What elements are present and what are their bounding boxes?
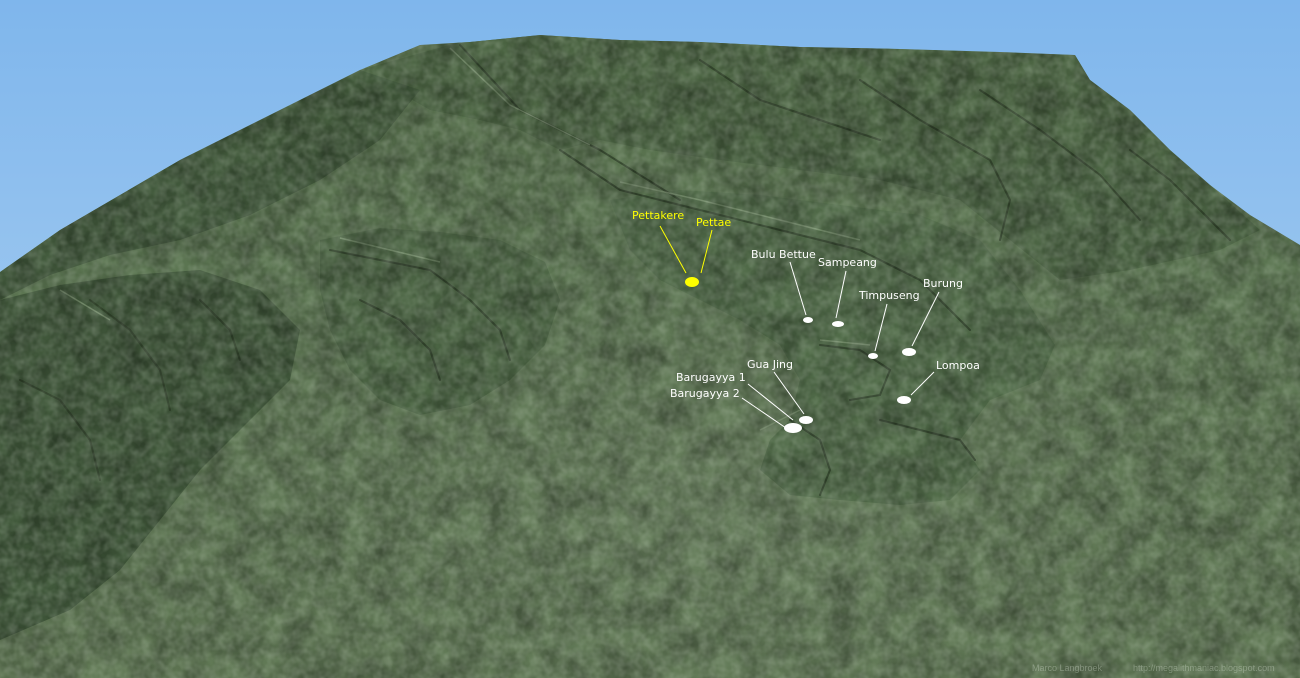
barugayya-marker — [784, 423, 802, 433]
bulu-bettue-marker — [803, 317, 813, 323]
label-pettae: Pettae — [696, 216, 731, 229]
label-barugayya-1: Barugayya 1 — [676, 371, 746, 384]
label-pettakere: Pettakere — [632, 209, 684, 222]
label-lompoa: Lompoa — [936, 359, 980, 372]
label-sampeang: Sampeang — [818, 256, 877, 269]
label-timpuseng: Timpuseng — [858, 289, 920, 302]
sampeang-marker — [832, 321, 844, 327]
credit-author: Marco Langbroek — [1032, 663, 1103, 673]
pettakere-marker — [685, 277, 699, 287]
timpuseng-marker — [868, 353, 878, 359]
label-barugayya-2: Barugayya 2 — [670, 387, 740, 400]
terrain-map: Pettakere Pettae Bulu Bettue Sampeang Ti… — [0, 0, 1300, 678]
label-bulu-bettue: Bulu Bettue — [751, 248, 816, 261]
credit: Marco Langbroek http://megalithmaniac.bl… — [1032, 663, 1275, 673]
credit-url: http://megalithmaniac.blogspot.com — [1133, 663, 1275, 673]
label-burung: Burung — [923, 277, 963, 290]
label-gua-jing: Gua Jing — [747, 358, 793, 371]
burung-marker — [902, 348, 916, 356]
lompoa-marker — [897, 396, 911, 404]
gua-jing-marker — [799, 416, 813, 424]
